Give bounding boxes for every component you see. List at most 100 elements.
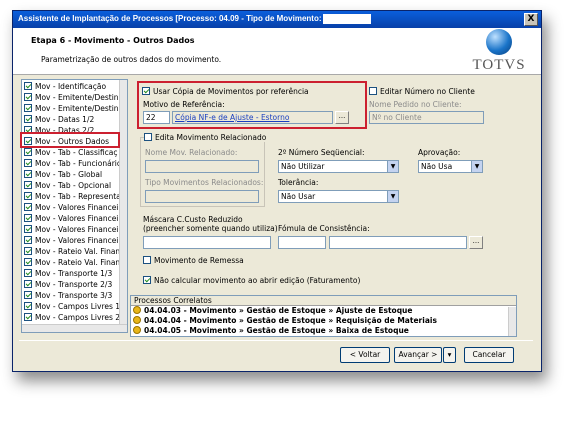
list-item[interactable]: Mov - Campos Livres 2/2 [24,313,127,324]
logo-text: TOTVS [472,57,526,73]
list-item[interactable]: Mov - Tab - Funcionário [24,159,121,170]
list-item[interactable]: Mov - Emitente/Destinat [24,93,126,104]
close-button[interactable]: X [524,13,538,26]
remessa-checkbox[interactable]: Movimento de Remessa [143,256,244,265]
title-redacted-field [323,14,371,24]
checked-icon [24,82,32,90]
wizard-header: Etapa 6 - Movimento - Outros Dados Param… [13,28,541,75]
list-item[interactable]: Mov - Transporte 2/3 [24,280,112,291]
mascara-hint: (preencher somente quando utiliza) [143,224,278,233]
list-item[interactable]: Mov - Valores Financeiro [24,214,126,225]
motivo-desc-link[interactable]: Cópia NF-e de Ajuste - Estorno [175,113,289,122]
checked-icon [24,104,32,112]
list-horizontal-scrollbar[interactable] [22,324,127,332]
chevron-down-icon: ▾ [447,350,452,359]
list-vertical-scrollbar[interactable] [119,80,127,324]
unchecked-icon [144,133,152,141]
list-item[interactable]: Mov - Rateio Val. Financ [24,247,124,258]
list-item[interactable]: Mov - Tab - Opcional [24,181,111,192]
list-item[interactable]: Mov - Campos Livres 1/2 [24,302,127,313]
motivo-lookup-button[interactable]: ... [335,111,349,124]
checked-icon [24,280,32,288]
checked-icon [24,269,32,277]
usar-copia-checkbox[interactable]: Usar Cópia de Movimentos por referência [142,87,309,96]
checked-icon [24,302,32,310]
formula-label: Fómula de Consistência: [278,224,370,233]
gear-icon [133,306,141,314]
tolerancia-select[interactable]: Não Usar ▼ [278,190,399,203]
list-item[interactable]: 04.04.03 - Movimento » Gestão de Estoque… [131,306,516,316]
wizard-window: Assistente de Implantação de Processos [… [12,10,542,372]
checked-icon [24,291,32,299]
list-item[interactable]: Mov - Emitente/Destinat [24,104,126,115]
next-button[interactable]: Avançar > [394,347,442,363]
checked-icon [143,276,151,284]
list-item[interactable]: Mov - Datas 1/2 [24,115,94,126]
list-item[interactable]: Mov - Valores Financeiro [24,225,126,236]
footer-divider [19,340,533,341]
gear-icon [133,316,141,324]
checked-icon [24,192,32,200]
chevron-down-icon: ▼ [471,161,482,172]
segundo-numero-select[interactable]: Não Utilizar ▼ [278,160,399,173]
chevron-down-icon: ▼ [387,161,398,172]
step-title: Etapa 6 - Movimento - Outros Dados [31,36,195,45]
formula-code-input[interactable] [278,236,326,249]
aprovacao-select[interactable]: Não Usa ▼ [418,160,483,173]
unchecked-icon [369,87,377,95]
list-item[interactable]: Mov - Transporte 1/3 [24,269,112,280]
formula-desc-input[interactable] [329,236,467,249]
unchecked-icon [143,256,151,264]
nome-mov-input[interactable] [145,160,259,173]
checked-icon [24,170,32,178]
window-title: Assistente de Implantação de Processos [… [18,14,322,23]
motivo-label: Motivo de Referência: [143,100,225,109]
checked-icon [24,159,32,167]
list-item[interactable]: Mov - Rateio Val. Financ [24,258,124,269]
list-item[interactable]: 04.04.04 - Movimento » Gestão de Estoque… [131,316,516,326]
checked-icon [24,93,32,101]
checked-icon [24,258,32,266]
processos-scrollbar[interactable] [508,307,516,336]
checked-icon [24,181,32,189]
checked-icon [24,313,32,321]
checked-icon [24,236,32,244]
list-item[interactable]: Mov - Tab - Classificaç [24,148,118,159]
gear-icon [133,326,141,334]
tipo-mov-input[interactable] [145,190,259,203]
list-item[interactable]: Mov - Identificação [24,82,106,93]
step-subtitle: Parametrização de outros dados do movime… [41,55,222,64]
nome-pedido-input[interactable]: Nº no Cliente [369,111,484,124]
nome-pedido-label: Nome Pedido no Cliente: [369,100,462,109]
checked-icon [24,148,32,156]
logo-globe-icon [486,29,512,55]
list-item[interactable]: Mov - Tab - Representar [24,192,124,203]
cancel-button[interactable]: Cancelar [464,347,514,363]
back-button[interactable]: < Voltar [340,347,390,363]
editar-numero-checkbox[interactable]: Editar Número no Cliente [369,87,475,96]
tipo-mov-label: Tipo Movimentos Relacionados: [145,178,264,187]
checked-icon [24,214,32,222]
list-item[interactable]: 04.04.05 - Movimento » Gestão de Estoque… [131,326,516,336]
processos-correlatos-list: Processos Correlatos 04.04.03 - Moviment… [130,295,517,337]
totvs-logo: TOTVS [469,29,529,74]
mascara-input[interactable] [143,236,271,249]
list-item[interactable]: Mov - Valores Financeiro [24,203,126,214]
motivo-code-input[interactable]: 22 [143,111,170,124]
steps-list: Mov - Identificação Mov - Emitente/Desti… [21,79,128,333]
edita-mov-checkbox[interactable]: Edita Movimento Relacionado [144,133,269,142]
active-step-highlight [20,132,120,148]
segundo-numero-label: 2º Número Seqüencial: [278,148,365,157]
motivo-desc-field: Cópia NF-e de Ajuste - Estorno [172,111,333,124]
list-item[interactable]: Mov - Transporte 3/3 [24,291,112,302]
chevron-down-icon: ▼ [387,191,398,202]
list-item[interactable]: Mov - Valores Financeiro [24,236,126,247]
nao-calcular-checkbox[interactable]: Não calcular movimento ao abrir edição (… [143,276,360,285]
checked-icon [24,115,32,123]
tolerancia-label: Tolerância: [278,178,319,187]
formula-lookup-button[interactable]: ... [469,236,483,249]
checked-icon [24,225,32,233]
list-item[interactable]: Mov - Tab - Global [24,170,102,181]
checked-icon [24,247,32,255]
next-dropdown-button[interactable]: ▾ [443,347,456,363]
